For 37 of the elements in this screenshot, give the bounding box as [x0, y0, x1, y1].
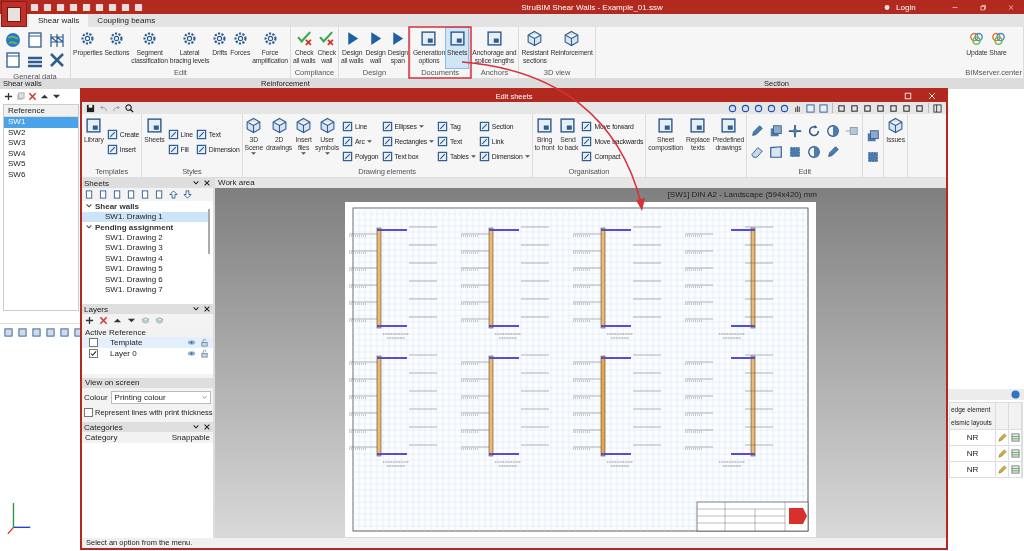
tree-item[interactable]: SW1. Drawing 7 — [82, 285, 208, 296]
colour-dropdown[interactable]: Printing colour — [110, 391, 211, 404]
table-cell: NR — [950, 461, 996, 477]
panel-header: Layers — [84, 304, 109, 314]
table-cell: NR — [950, 429, 996, 445]
column-header: Reference — [4, 105, 78, 117]
layer-name: Layer 0 — [109, 349, 138, 358]
column-header: Active — [84, 327, 106, 337]
layer-row[interactable]: Layer 0 — [82, 348, 213, 359]
tree-item[interactable]: SW1. Drawing 6 — [82, 274, 208, 285]
wall-row[interactable]: SW3 — [4, 138, 78, 149]
ribbon-tab[interactable]: Shear walls — [29, 14, 89, 27]
sheet-caption: [SW1] DIN A2 - Landscape (594x420) mm — [666, 189, 817, 201]
field-label: Colour — [84, 393, 108, 402]
panel-header: Work area — [215, 178, 946, 188]
login-button[interactable]: Login — [896, 2, 916, 12]
column-header: Reference — [108, 327, 147, 337]
layer-name: Template — [109, 338, 144, 347]
tree-item[interactable]: SW1. Drawing 3 — [82, 243, 208, 254]
tree-group[interactable]: Pending assignment — [95, 222, 174, 232]
column-header: Snappable — [171, 433, 210, 442]
wall-row[interactable]: SW5 — [4, 159, 78, 170]
tree-group[interactable]: Shear walls — [95, 201, 140, 211]
wall-row[interactable]: SW2 — [4, 127, 78, 138]
window-title: StruBIM Shear Walls - Example_01.ssw — [520, 2, 664, 12]
tree-item[interactable]: SW1. Drawing 2 — [82, 232, 208, 243]
tree-item[interactable]: SW1. Drawing 4 — [82, 253, 208, 264]
wall-row[interactable]: SW6 — [4, 169, 78, 180]
panel-header: Categories — [84, 422, 124, 432]
panel-header: Sheets — [84, 178, 110, 188]
tree-item[interactable]: SW1. Drawing 1 — [82, 211, 208, 222]
tree-item[interactable]: SW1. Drawing 5 — [82, 264, 208, 275]
layer-row[interactable]: Template — [82, 337, 213, 348]
table-cell: NR — [950, 445, 996, 461]
section-header: View on screen — [82, 378, 213, 388]
wall-row[interactable]: SW4 — [4, 148, 78, 159]
column-header: Category — [85, 433, 118, 442]
